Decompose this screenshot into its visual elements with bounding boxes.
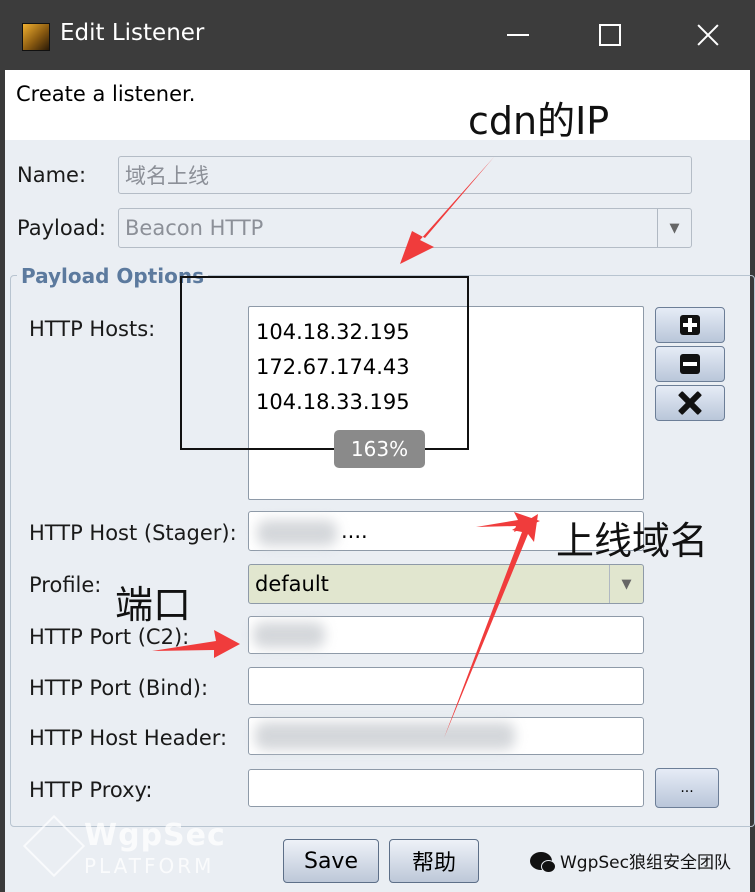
annotation-arrows (152, 157, 540, 738)
wechat-account: WgpSec狼组安全团队 (560, 853, 731, 873)
wechat-icon (530, 851, 556, 873)
arrow-port (152, 630, 240, 658)
arrow-cdn-ip (400, 157, 494, 264)
watermark-brand: WgpSec (84, 818, 226, 853)
wechat-watermark: WgpSec狼组安全团队 (530, 848, 731, 873)
arrow-host-header (444, 514, 538, 738)
watermark-platform: PLATFORM (84, 854, 215, 878)
